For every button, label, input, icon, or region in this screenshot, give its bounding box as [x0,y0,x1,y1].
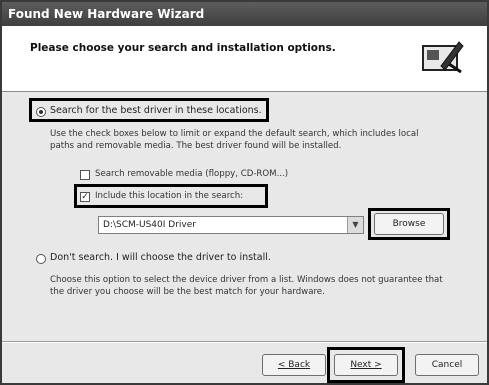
highlight-next [327,347,405,383]
wizard-window: Found New Hardware Wizard Please choose … [0,0,489,385]
window-title: Found New Hardware Wizard [8,7,205,21]
back-button[interactable]: < Back [262,354,326,376]
wizard-header: Please choose your search and installati… [2,26,487,92]
dont-desc-line2: the driver you choose will be the best m… [50,287,325,297]
wizard-content: Search for the best driver in these loca… [2,92,487,337]
footer-separator [2,341,487,343]
search-desc-line2: paths and removable media. The best driv… [50,141,342,151]
highlight-browse [368,208,450,240]
location-combobox[interactable]: D:\SCM-US40I Driver ▼ [98,216,364,234]
title-bar: Found New Hardware Wizard [2,2,487,26]
highlight-include-location [74,184,268,208]
removable-media-checkbox[interactable] [80,170,90,180]
chevron-down-icon[interactable]: ▼ [347,217,363,233]
cancel-label: Cancel [431,360,463,370]
back-label: < Back [277,360,311,370]
highlight-search-option [29,98,269,122]
cancel-button[interactable]: Cancel [415,354,479,376]
removable-media-label[interactable]: Search removable media (floppy, CD-ROM..… [95,169,288,179]
location-value: D:\SCM-US40I Driver [103,220,196,230]
hardware-wizard-icon [422,41,464,74]
dont-search-label[interactable]: Don't search. I will choose the driver t… [50,252,271,263]
search-desc-line1: Use the check boxes below to limit or ex… [50,129,419,139]
dont-desc-line1: Choose this option to select the device … [50,275,443,285]
header-title: Please choose your search and installati… [30,42,336,54]
dont-search-radio[interactable] [36,254,46,264]
